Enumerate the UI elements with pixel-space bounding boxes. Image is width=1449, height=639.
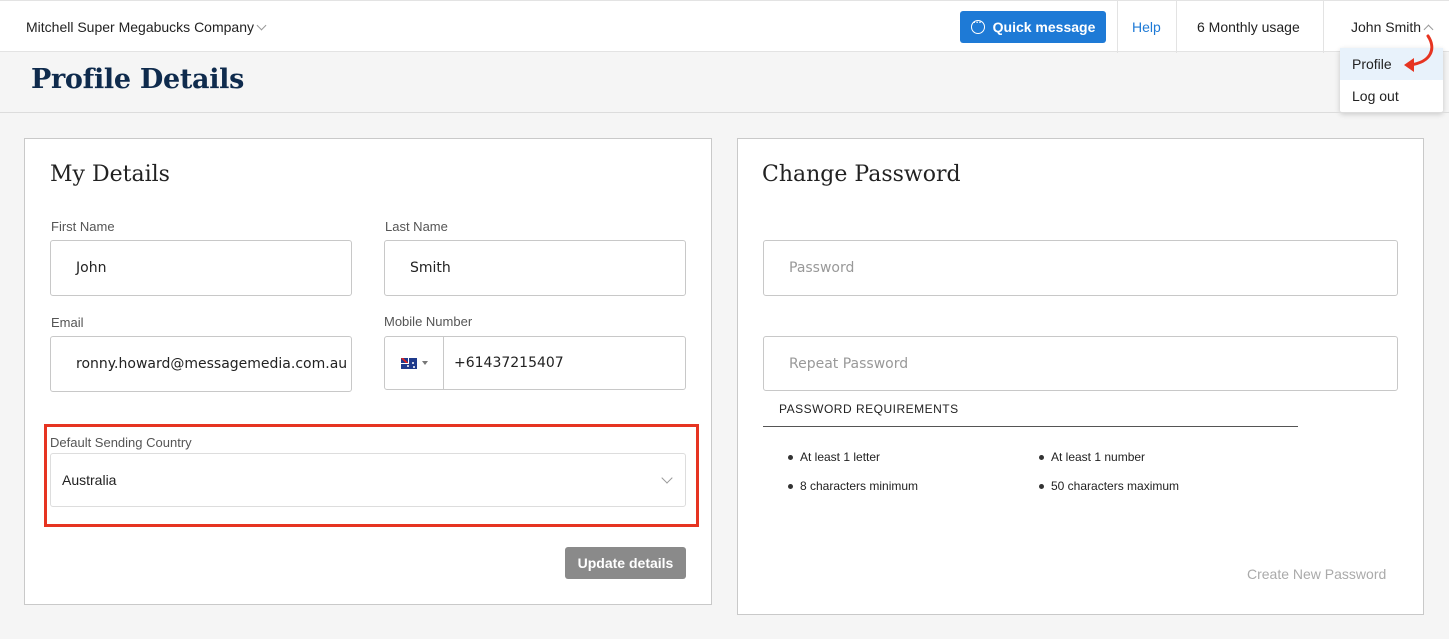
mobile-field: +61437215407 xyxy=(384,336,686,390)
divider xyxy=(1323,1,1324,53)
requirement-text: 8 characters minimum xyxy=(800,479,919,493)
requirement-item: At least 1 number xyxy=(1039,450,1145,464)
country-label: Default Sending Country xyxy=(50,435,192,450)
caret-down-icon xyxy=(421,361,428,365)
email-label: Email xyxy=(51,315,84,330)
page-title: Profile Details xyxy=(31,64,245,95)
bullet-icon xyxy=(788,483,793,489)
user-dropdown-menu: Profile Log out xyxy=(1340,48,1443,112)
password-requirements-title: PASSWORD REQUIREMENTS xyxy=(779,402,959,416)
divider xyxy=(1117,1,1118,53)
company-name: Mitchell Super Megabucks Company xyxy=(26,19,254,35)
divider xyxy=(0,112,1449,113)
user-name: John Smith xyxy=(1351,19,1422,35)
menu-item-logout[interactable]: Log out xyxy=(1340,80,1443,112)
password-input[interactable]: Password xyxy=(763,240,1398,296)
company-switcher[interactable]: Mitchell Super Megabucks Company xyxy=(26,19,267,35)
requirement-text: At least 1 letter xyxy=(800,450,881,464)
repeat-password-input[interactable]: Repeat Password xyxy=(763,336,1398,391)
country-code-picker[interactable] xyxy=(385,337,444,389)
requirement-item: At least 1 letter xyxy=(788,450,880,464)
user-menu-toggle[interactable]: John Smith xyxy=(1351,19,1434,35)
email-field[interactable]: ronny.howard@messagemedia.com.au xyxy=(50,336,352,392)
country-value: Australia xyxy=(62,472,117,488)
chat-bubble-icon xyxy=(970,15,985,34)
australia-flag-icon xyxy=(400,357,417,369)
quick-message-button[interactable]: Quick message xyxy=(960,11,1106,43)
requirement-text: 50 characters maximum xyxy=(1051,479,1180,493)
my-details-title: My Details xyxy=(50,162,170,187)
monthly-usage[interactable]: 6 Monthly usage xyxy=(1197,19,1300,35)
quick-message-label: Quick message xyxy=(992,19,1096,35)
bullet-icon xyxy=(1039,483,1044,489)
requirement-item: 50 characters maximum xyxy=(1039,479,1179,493)
chevron-up-icon xyxy=(1423,24,1434,34)
requirement-item: 8 characters minimum xyxy=(788,479,918,493)
mobile-number-input[interactable]: +61437215407 xyxy=(444,337,564,389)
divider xyxy=(1176,1,1177,53)
chevron-down-icon xyxy=(256,20,267,30)
mobile-label: Mobile Number xyxy=(384,314,473,329)
requirement-text: At least 1 number xyxy=(1051,450,1146,464)
change-password-title: Change Password xyxy=(762,162,961,187)
top-bar: Mitchell Super Megabucks Company Quick m… xyxy=(0,0,1449,53)
first-name-field[interactable]: John xyxy=(50,240,352,296)
first-name-label: First Name xyxy=(51,219,115,234)
last-name-label: Last Name xyxy=(385,219,448,234)
last-name-field[interactable]: Smith xyxy=(384,240,686,296)
update-details-button[interactable]: Update details xyxy=(565,547,686,579)
bullet-icon xyxy=(1039,454,1044,460)
default-country-select[interactable]: Australia xyxy=(50,453,686,507)
create-password-button[interactable]: Create New Password xyxy=(1247,566,1386,582)
chevron-down-icon xyxy=(661,472,673,484)
menu-item-profile[interactable]: Profile xyxy=(1340,48,1443,80)
help-link[interactable]: Help xyxy=(1132,19,1161,35)
divider xyxy=(763,426,1298,427)
bullet-icon xyxy=(788,454,793,460)
